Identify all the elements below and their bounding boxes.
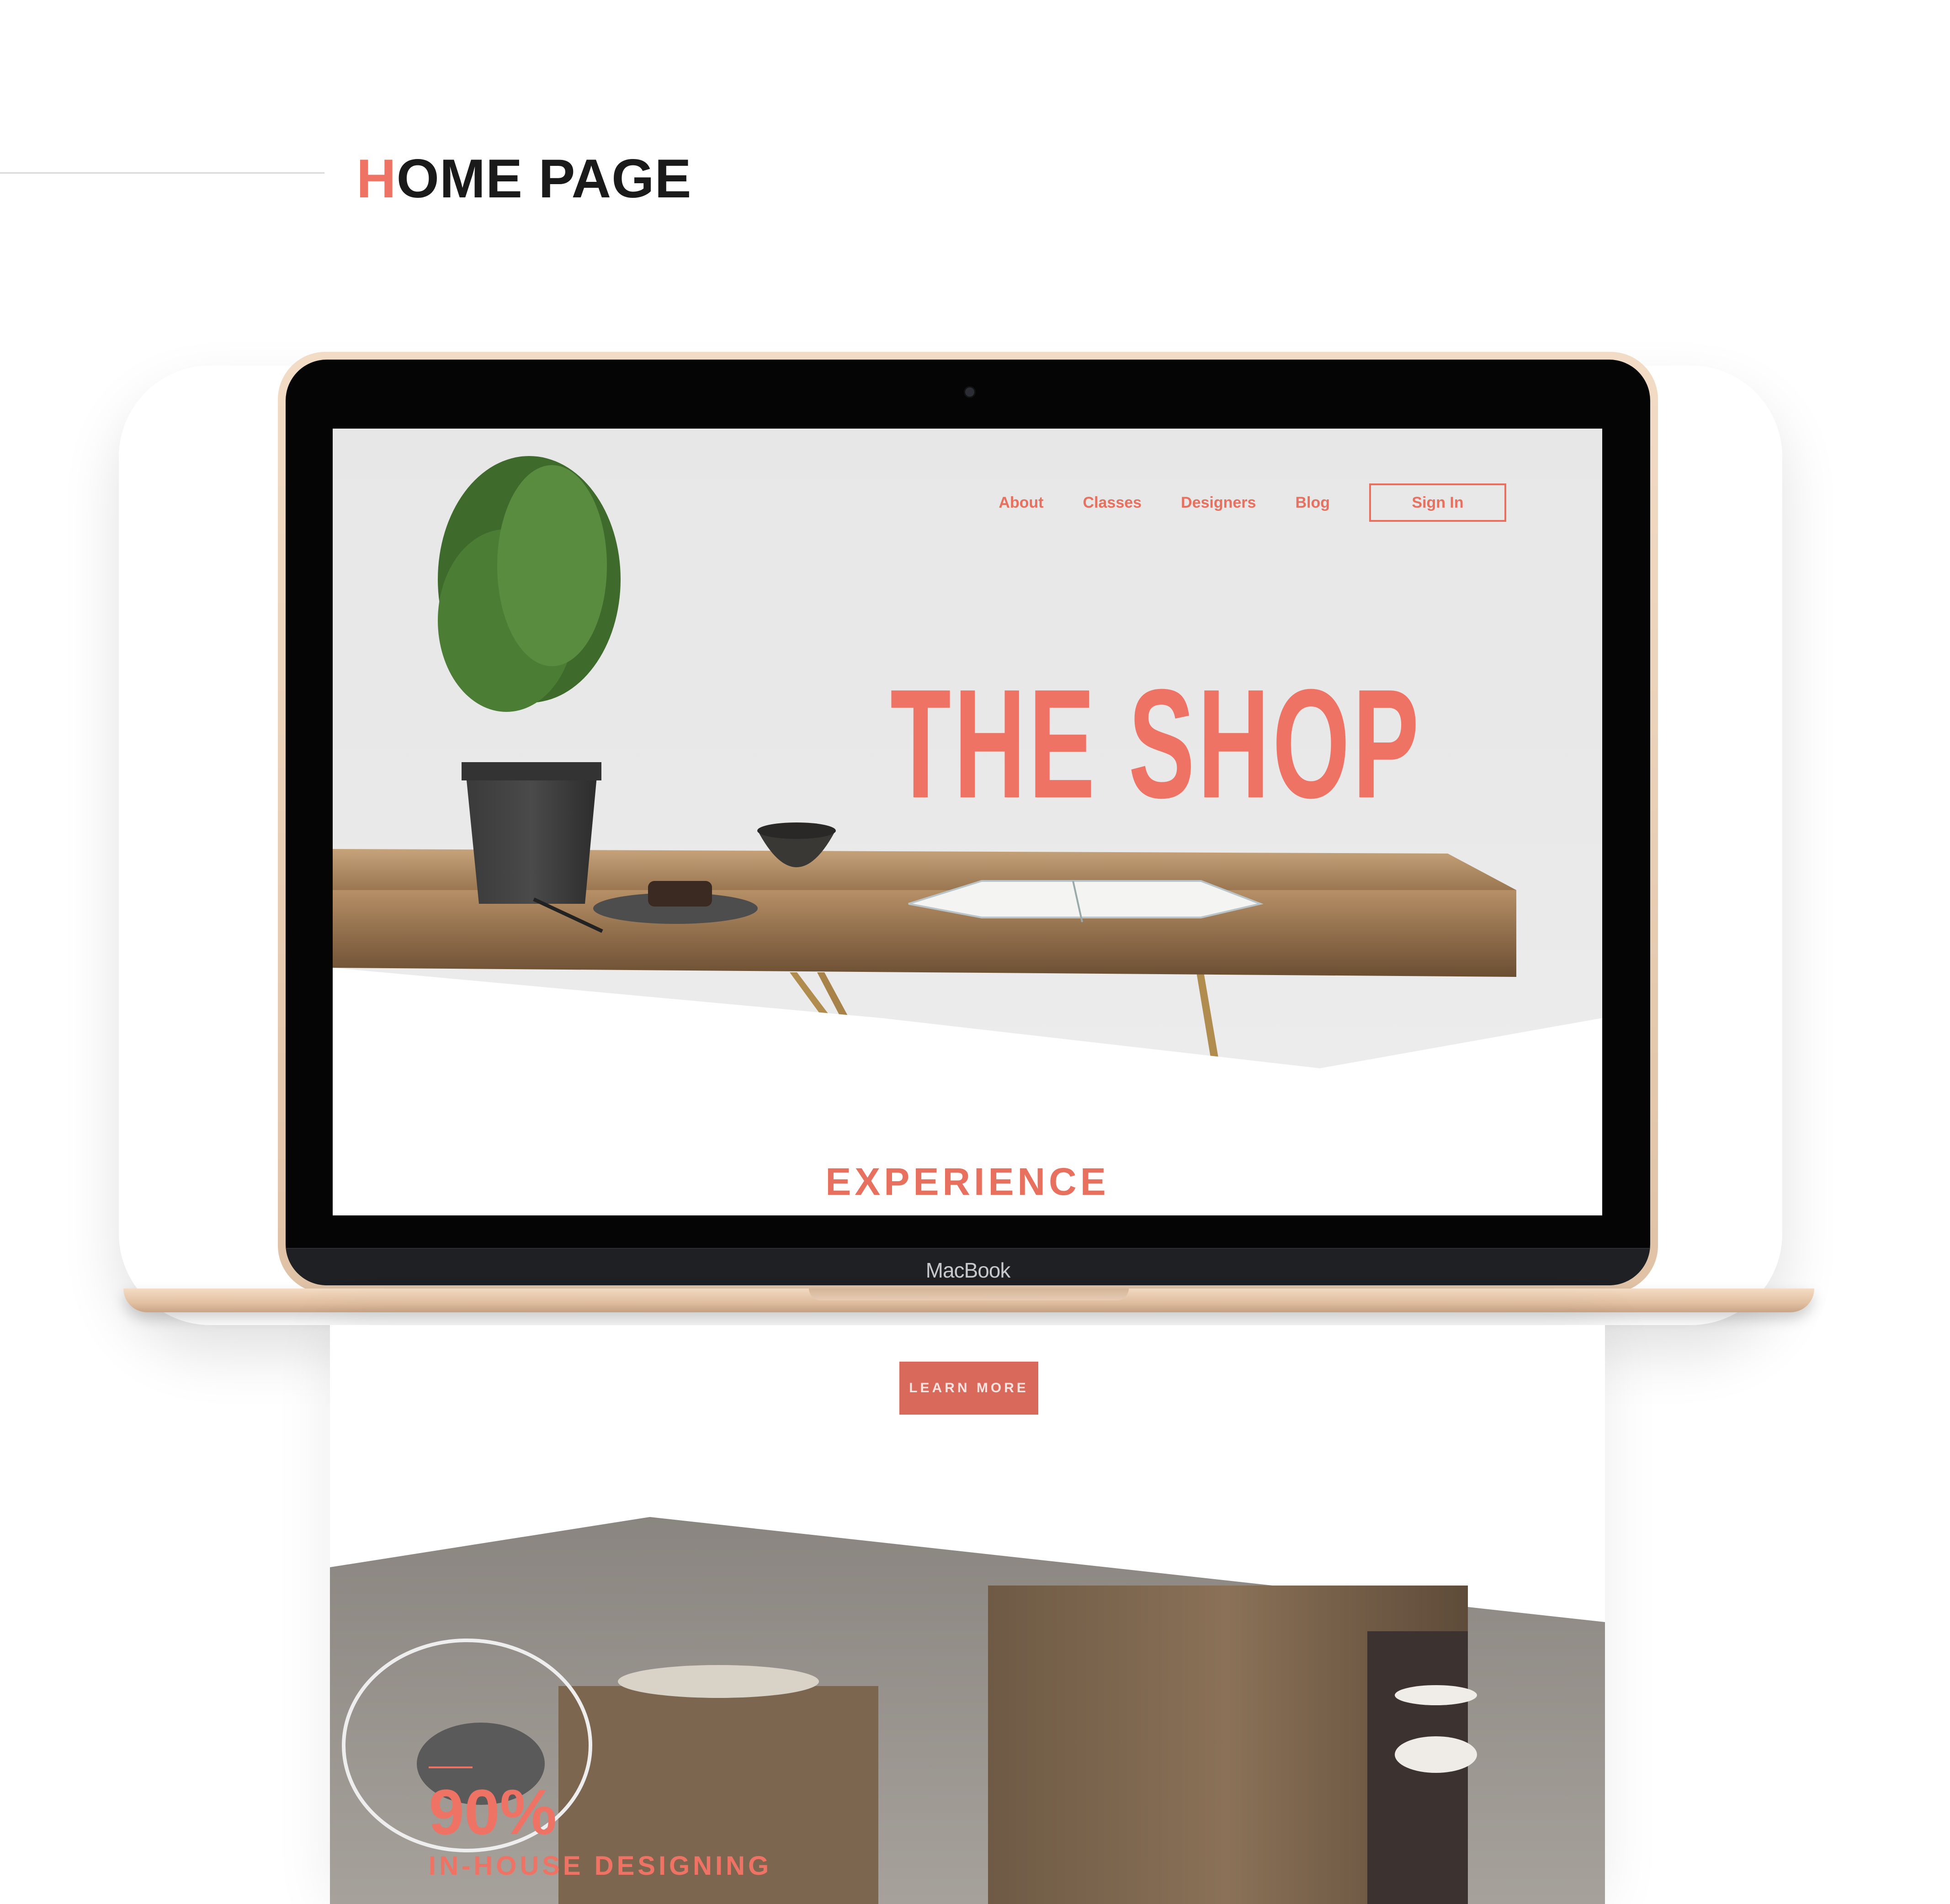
heading-accent-letter: H xyxy=(356,148,397,209)
cake xyxy=(648,881,712,907)
stat-value: 90% xyxy=(429,1776,557,1848)
potted-plant xyxy=(438,456,621,904)
bowl-rim xyxy=(757,822,836,839)
nav-about[interactable]: About xyxy=(999,494,1043,512)
nav-blog[interactable]: Blog xyxy=(1295,494,1330,512)
learn-more-button[interactable]: LEARN MORE xyxy=(899,1362,1038,1415)
laptop-brand-label: MacBook xyxy=(925,1258,1011,1282)
bezel-chin: MacBook xyxy=(286,1248,1650,1285)
heading-divider xyxy=(0,172,324,174)
stat-rule xyxy=(429,1766,473,1768)
top-navigation: About Classes Designers Blog Sign In xyxy=(999,483,1506,522)
website-screen: About Classes Designers Blog Sign In THE… xyxy=(333,429,1602,1215)
nav-designers[interactable]: Designers xyxy=(1181,494,1256,512)
nav-classes[interactable]: Classes xyxy=(1083,494,1142,512)
heading-text: OME PAGE xyxy=(396,148,692,209)
hero-title: THE SHOP xyxy=(890,657,1422,831)
stat-label: IN-HOUSE DESIGNING xyxy=(429,1851,772,1881)
experience-heading: EXPERIENCE xyxy=(825,1160,1110,1203)
laptop-hinge-notch xyxy=(809,1289,1129,1300)
page-section-title: HOME PAGE xyxy=(356,149,692,208)
camera-icon xyxy=(964,386,976,398)
page-continuation: LEARN MORE 90% IN-HOUSE DESIGNING xyxy=(330,1325,1605,1904)
open-book xyxy=(908,880,1264,918)
sign-in-button[interactable]: Sign In xyxy=(1369,483,1506,522)
